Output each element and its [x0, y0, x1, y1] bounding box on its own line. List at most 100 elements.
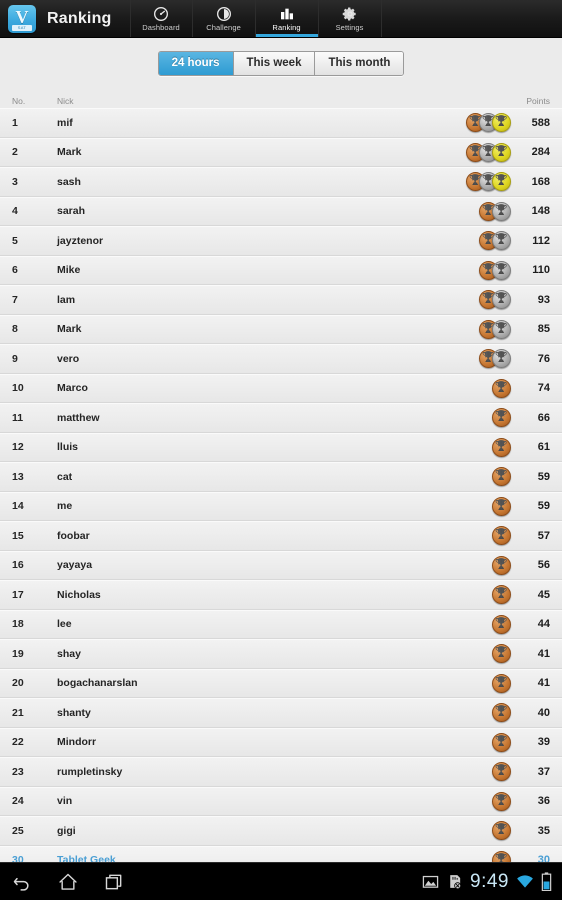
medal-group: 🏆	[492, 762, 511, 782]
row-points: 74	[537, 382, 550, 395]
row-rank: 8	[12, 323, 18, 336]
table-row[interactable]: 4 sarah 🏆 🏆 148	[0, 196, 562, 226]
table-row[interactable]: 21 shanty 🏆 40	[0, 698, 562, 728]
image-icon[interactable]	[422, 873, 439, 890]
row-points: 39	[537, 736, 550, 749]
table-row[interactable]: 18 lee 🏆 44	[0, 609, 562, 639]
gold-medal-icon: 🏆	[492, 113, 511, 133]
table-row[interactable]: 13 cat 🏆 59	[0, 462, 562, 492]
table-row[interactable]: 17 Nicholas 🏆 45	[0, 580, 562, 610]
tab-settings-label: Settings	[335, 22, 364, 32]
battery-icon[interactable]	[541, 872, 552, 891]
medal-group: 🏆	[492, 408, 511, 428]
table-row[interactable]: 10 Marco 🏆 74	[0, 373, 562, 403]
app-logo[interactable]: V SAT	[0, 4, 44, 33]
filter-24-hours[interactable]: 24 hours	[158, 51, 234, 75]
silver-medal-icon: 🏆	[492, 349, 511, 369]
back-arrow-icon[interactable]	[12, 872, 32, 892]
trophy-glyph: 🏆	[495, 765, 508, 777]
row-nickname: Marco	[57, 382, 88, 395]
medal-group: 🏆 🏆	[479, 260, 511, 280]
row-points: 41	[537, 677, 550, 690]
row-score-cell: 🏆 🏆 148	[410, 201, 550, 221]
trophy-glyph: 🏆	[495, 794, 508, 806]
table-row[interactable]: 9 vero 🏆 🏆 76	[0, 344, 562, 374]
row-score-cell: 🏆 40	[410, 703, 550, 723]
row-nickname: sarah	[57, 205, 86, 218]
row-nickname: bogachanarslan	[57, 677, 138, 690]
wifi-icon[interactable]	[516, 873, 534, 891]
row-rank: 3	[12, 175, 18, 188]
row-nickname: jayztenor	[57, 234, 104, 247]
medal-group: 🏆	[492, 437, 511, 457]
table-row[interactable]: 2 Mark 🏆 🏆 🏆 284	[0, 137, 562, 167]
table-row[interactable]: 3 sash 🏆 🏆 🏆 168	[0, 167, 562, 197]
row-points: 588	[531, 116, 550, 129]
filter-this-week[interactable]: This week	[233, 51, 316, 75]
row-nickname: lluis	[57, 441, 79, 454]
bronze-medal-icon: 🏆	[492, 614, 511, 634]
table-row[interactable]: 11 matthew 🏆 66	[0, 403, 562, 433]
table-row[interactable]: 1 mif 🏆 🏆 🏆 588	[0, 108, 562, 138]
row-nickname: Mike	[57, 264, 81, 277]
tab-ranking[interactable]: Ranking	[255, 0, 319, 37]
medal-group: 🏆 🏆 🏆	[466, 113, 511, 133]
table-row[interactable]: 19 shay 🏆 41	[0, 639, 562, 669]
row-points: 85	[537, 323, 550, 336]
table-row[interactable]: 24 vin 🏆 36	[0, 786, 562, 816]
table-row[interactable]: 6 Mike 🏆 🏆 110	[0, 255, 562, 285]
table-row[interactable]: 16 yayaya 🏆 56	[0, 550, 562, 580]
row-score-cell: 🏆 37	[410, 762, 550, 782]
table-row[interactable]: 25 gigi 🏆 35	[0, 816, 562, 846]
trophy-glyph: 🏆	[495, 558, 508, 570]
row-score-cell: 🏆 41	[410, 673, 550, 693]
column-header-nick: Nick	[57, 96, 74, 106]
medal-group: 🏆	[492, 378, 511, 398]
row-rank: 4	[12, 205, 18, 218]
row-score-cell: 🏆 41	[410, 644, 550, 664]
row-score-cell: 🏆 45	[410, 585, 550, 605]
table-row[interactable]: 7 lam 🏆 🏆 93	[0, 285, 562, 315]
row-points: 148	[531, 205, 550, 218]
home-icon[interactable]	[58, 872, 78, 892]
bronze-medal-icon: 🏆	[492, 555, 511, 575]
table-row[interactable]: 20 bogachanarslan 🏆 41	[0, 668, 562, 698]
table-row[interactable]: 22 Mindorr 🏆 39	[0, 727, 562, 757]
row-nickname: vero	[57, 352, 80, 365]
filter-this-month[interactable]: This month	[315, 51, 404, 75]
row-score-cell: 🏆 56	[410, 555, 550, 575]
table-row[interactable]: 14 me 🏆 59	[0, 491, 562, 521]
trophy-glyph: 🏆	[495, 234, 508, 246]
table-row[interactable]: 5 jayztenor 🏆 🏆 112	[0, 226, 562, 256]
bronze-medal-icon: 🏆	[492, 821, 511, 841]
row-nickname: mif	[57, 116, 73, 129]
trophy-glyph: 🏆	[495, 617, 508, 629]
tab-dashboard[interactable]: Dashboard	[129, 0, 193, 37]
row-score-cell: 🏆 35	[410, 821, 550, 841]
row-points: 44	[537, 618, 550, 631]
table-row[interactable]: 23 rumpletinsky 🏆 37	[0, 757, 562, 787]
trophy-glyph: 🏆	[495, 322, 508, 334]
silver-medal-icon: 🏆	[492, 290, 511, 310]
bronze-medal-icon: 🏆	[492, 791, 511, 811]
bar-chart-icon	[279, 6, 295, 22]
row-rank: 9	[12, 352, 18, 365]
row-points: 76	[537, 352, 550, 365]
row-rank: 10	[12, 382, 24, 395]
table-row[interactable]: 12 lluis 🏆 61	[0, 432, 562, 462]
tab-challenge[interactable]: Challenge	[193, 0, 256, 37]
time-filter-segmented-control: 24 hours This week This month	[157, 50, 405, 76]
row-rank: 15	[12, 529, 24, 542]
table-row[interactable]: 8 Mark 🏆 🏆 85	[0, 314, 562, 344]
row-points: 35	[537, 824, 550, 837]
sdcard-removed-icon[interactable]	[446, 873, 463, 890]
medal-group: 🏆 🏆 🏆	[466, 172, 511, 192]
tab-settings[interactable]: Settings	[319, 0, 382, 37]
row-points: 284	[531, 146, 550, 159]
recent-apps-icon[interactable]	[104, 872, 124, 892]
row-score-cell: 🏆 🏆 76	[410, 349, 550, 369]
nav-tabs: Dashboard Challenge Ranking Settings	[129, 0, 382, 37]
row-rank: 21	[12, 706, 24, 719]
trophy-glyph: 🏆	[495, 145, 508, 157]
table-row[interactable]: 15 foobar 🏆 57	[0, 521, 562, 551]
